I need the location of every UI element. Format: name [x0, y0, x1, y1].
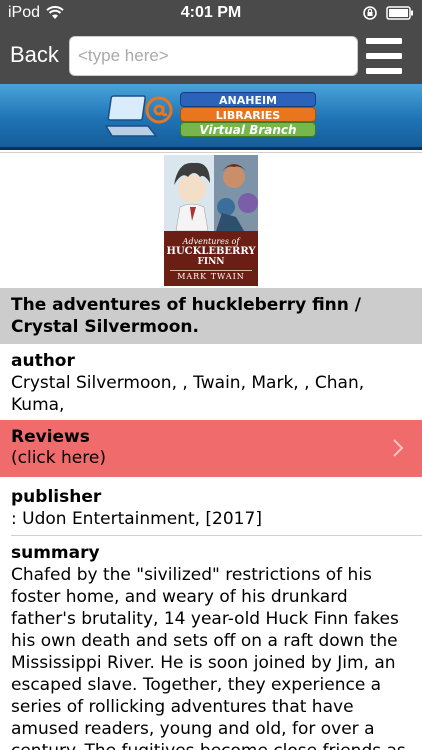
status-right — [362, 5, 414, 21]
chevron-right-icon — [393, 439, 404, 457]
reviews-button[interactable]: Reviews (click here) — [0, 420, 422, 477]
summary-label: summary — [11, 543, 100, 563]
reviews-label: Reviews — [11, 427, 90, 447]
menu-bar-bottom — [366, 68, 402, 74]
nav-bar: Back — [0, 28, 422, 84]
cover-title: HUCKLEBERRY — [166, 246, 256, 257]
book-cover: Adventures of HUCKLEBERRY FINN MARK TWAI… — [164, 155, 258, 286]
library-banner: ANAHEIM LIBRARIES Virtual Branch — [0, 84, 422, 150]
publisher-divider — [11, 535, 422, 536]
record-title: The adventures of huckleberry finn / Cry… — [0, 288, 422, 344]
cover-title-2: FINN — [197, 257, 225, 267]
rotation-lock-icon — [363, 6, 377, 20]
publisher-section: publisher : Udon Entertainment, [2017] — [0, 486, 422, 530]
library-logo: ANAHEIM LIBRARIES Virtual Branch — [104, 88, 318, 144]
author-value: Crystal Silvermoon, , Twain, Mark, , Cha… — [11, 373, 365, 415]
banner-divider — [0, 152, 422, 153]
summary-section: summary Chafed by the "sivilized" restri… — [0, 542, 422, 750]
back-button[interactable]: Back — [10, 42, 59, 68]
banner-line-3: Virtual Branch — [180, 122, 316, 137]
cover-subtitle: Adventures of — [182, 237, 240, 246]
author-section: author Crystal Silvermoon, , Twain, Mark… — [0, 350, 422, 416]
summary-value: Chafed by the "sivilized" restrictions o… — [11, 565, 406, 750]
status-bar: iPod 4:01 PM — [0, 0, 422, 28]
cover-author: MARK TWAIN — [170, 270, 252, 281]
publisher-label: publisher — [11, 487, 102, 507]
laptop-email-icon — [104, 95, 173, 137]
reviews-hint: (click here) — [11, 448, 106, 468]
cover-illustration — [164, 155, 258, 231]
battery-icon — [386, 6, 413, 20]
search-input[interactable] — [69, 36, 358, 76]
cover-title-plate: Adventures of HUCKLEBERRY FINN MARK TWAI… — [164, 231, 258, 286]
banner-line-2: LIBRARIES — [180, 107, 316, 122]
status-time: 4:01 PM — [180, 4, 242, 21]
publisher-value: : Udon Entertainment, [2017] — [11, 509, 262, 529]
menu-bar-middle — [366, 53, 402, 59]
menu-button[interactable] — [366, 38, 402, 74]
menu-bar-top — [366, 38, 402, 44]
author-label: author — [11, 351, 75, 371]
banner-line-1: ANAHEIM — [180, 92, 316, 107]
